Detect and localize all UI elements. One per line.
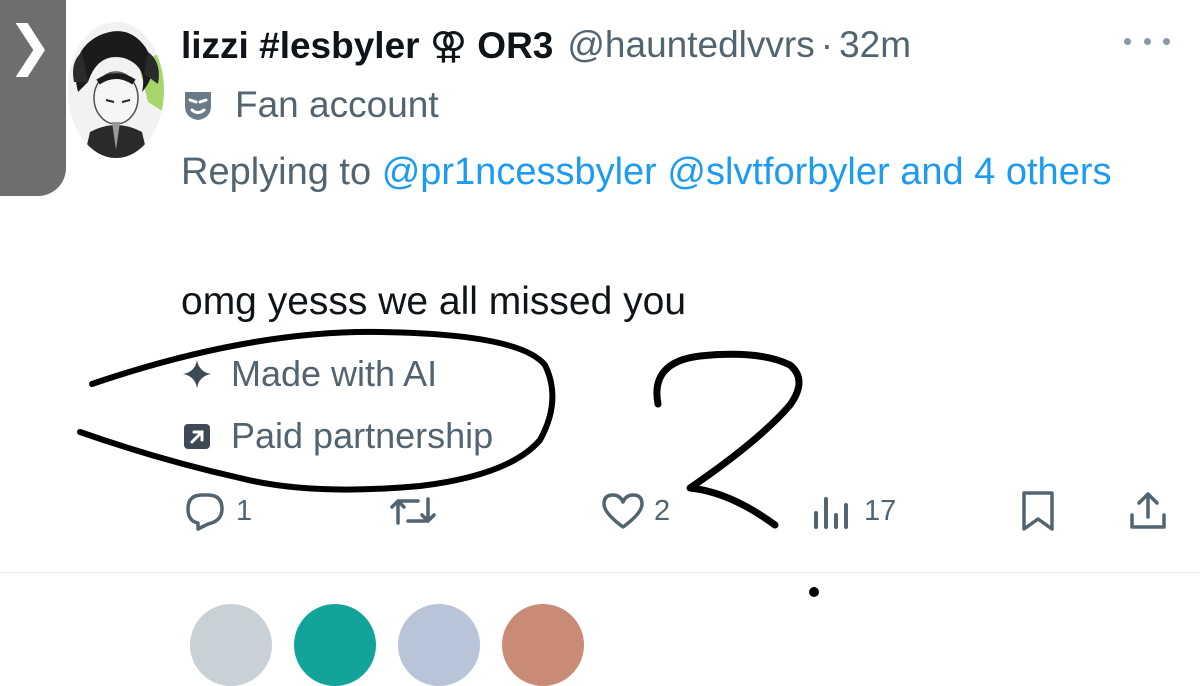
replying-users-link[interactable]: @pr1ncessbyler @slvtforbyler and 4 other… [382,151,1112,193]
view-count: 17 [864,494,897,527]
next-tweets-avatars [190,604,606,686]
retweet-icon [390,497,436,525]
account-label-text: Fan account [235,84,439,125]
avatar[interactable] [502,604,584,686]
retweet-button[interactable] [388,483,438,539]
more-dots-icon[interactable] [1124,38,1170,50]
dot-mark [809,587,819,597]
arrow-out-icon [184,424,210,449]
replying-prefix: Replying to [181,151,372,193]
paid-partnership-label[interactable]: Paid partnership [181,414,493,458]
views-button[interactable]: 17 [810,483,896,539]
avatar[interactable] [398,604,480,686]
like-count: 2 [654,494,671,527]
avatar[interactable] [68,22,164,158]
user-handle[interactable]: @hauntedlvvrs [567,24,814,66]
bookmark-button[interactable] [1018,483,1058,539]
tweet-header: lizzi #lesbyler ⚢ OR3 @hauntedlvvrs · 32… [181,20,911,70]
share-icon [1130,492,1166,529]
mask-icon [185,92,211,120]
sparkle-icon [183,360,211,388]
account-label[interactable]: Fan account [181,82,439,128]
reply-count: 1 [236,494,253,527]
divider [0,572,1200,573]
avatar[interactable] [294,604,376,686]
timestamp[interactable]: 32m [839,24,911,66]
display-name[interactable]: lizzi #lesbyler ⚢ OR3 [181,24,553,67]
replying-to: Replying to @pr1ncessbyler @slvtforbyler… [181,142,1171,203]
heart-icon [602,493,644,529]
views-icon [814,497,848,529]
made-with-ai-label[interactable]: Made with AI [181,352,437,396]
chevron-right-icon: ❯ [7,14,53,77]
reply-button[interactable]: 1 [182,483,252,539]
like-button[interactable]: 2 [600,483,670,539]
tweet-text: omg yesss we all missed you [181,280,687,323]
tweet-actions: 1 2 17 [0,483,1200,539]
separator-dot: · [820,24,834,65]
paid-partnership-text: Paid partnership [231,415,494,456]
share-button[interactable] [1126,483,1170,539]
made-with-ai-text: Made with AI [231,353,438,394]
avatar[interactable] [190,604,272,686]
side-panel-tab[interactable]: ❯ [0,0,66,196]
bookmark-icon [1022,491,1054,531]
reply-icon [186,493,224,531]
